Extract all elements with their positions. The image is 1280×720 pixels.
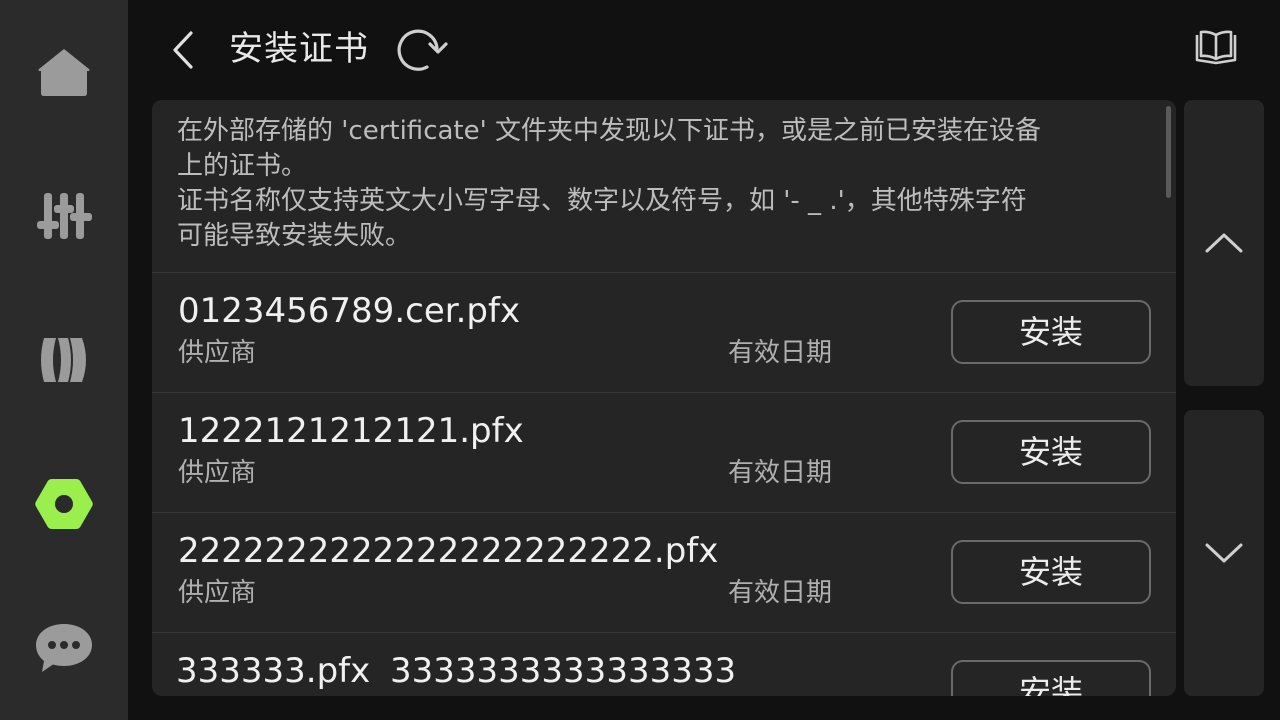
scroll-up-button[interactable]	[1184, 100, 1264, 386]
chevron-left-icon	[173, 31, 193, 69]
home-icon	[38, 49, 90, 96]
settings-hex-icon	[35, 479, 93, 529]
scroll-down-button[interactable]	[1184, 410, 1264, 696]
install-button[interactable]: 安装	[951, 540, 1151, 604]
page-title: 安装证书	[229, 29, 369, 69]
certificate-validity: 有效日期	[728, 338, 833, 368]
certificate-vendor: 供应商	[178, 458, 257, 488]
certificate-list: 0123456789.cer.pfx 供应商 有效日期 安装 122212121…	[152, 272, 1176, 696]
sidebar-item-chat[interactable]	[24, 608, 104, 688]
refresh-button[interactable]	[393, 24, 453, 76]
list-item: 333333.pfx 3333333333333333 安装	[152, 632, 1176, 696]
refresh-icon	[397, 29, 448, 71]
header: 安装证书	[128, 0, 1280, 100]
sidebar-item-home[interactable]	[24, 32, 104, 112]
certificate-validity: 有效日期	[728, 578, 833, 608]
description-line: 证书名称仅支持英文大小写字母、数字以及符号，如 '- _ .'，其他特殊字符	[177, 186, 1027, 216]
scrollbar[interactable]	[1166, 106, 1171, 198]
certificate-name: 2222222222222222222222.pfx	[178, 531, 719, 571]
back-button[interactable]	[158, 24, 208, 76]
manual-button[interactable]	[1188, 24, 1244, 72]
certificate-name: 1222121212121.pfx	[178, 411, 524, 451]
description-line: 上的证书。	[177, 151, 308, 181]
install-button[interactable]: 安装	[951, 660, 1151, 696]
certificate-panel[interactable]: 在外部存储的 'certificate' 文件夹中发现以下证书，或是之前已安装在…	[152, 100, 1176, 696]
list-item: 2222222222222222222222.pfx 供应商 有效日期 安装	[152, 512, 1176, 632]
certificate-vendor: 供应商	[178, 578, 257, 608]
sidebar	[0, 0, 128, 720]
chevron-up-icon	[1205, 233, 1243, 253]
tracks-icon	[41, 338, 86, 382]
sidebar-item-settings[interactable]	[24, 464, 104, 544]
description-line: 可能导致安装失败。	[177, 221, 412, 251]
certificate-vendor: 供应商	[178, 338, 257, 368]
list-item: 0123456789.cer.pfx 供应商 有效日期 安装	[152, 272, 1176, 392]
description: 在外部存储的 'certificate' 文件夹中发现以下证书，或是之前已安装在…	[177, 114, 1157, 254]
sliders-icon	[37, 193, 92, 239]
app-root: 安装证书 在外部存储的 'certificate' 文件夹中发现以下证书，或是之…	[0, 0, 1280, 720]
certificate-name: 333333.pfx	[176, 651, 371, 691]
list-item: 1222121212121.pfx 供应商 有效日期 安装	[152, 392, 1176, 512]
install-button[interactable]: 安装	[951, 420, 1151, 484]
certificate-validity: 有效日期	[728, 458, 833, 488]
certificate-name-overflow: 3333333333333333	[390, 651, 737, 691]
description-line: 在外部存储的 'certificate' 文件夹中发现以下证书，或是之前已安装在…	[177, 116, 1042, 146]
install-button[interactable]: 安装	[951, 300, 1151, 364]
chat-bubble-icon	[36, 624, 92, 672]
certificate-name: 0123456789.cer.pfx	[178, 291, 521, 331]
sidebar-item-tracks[interactable]	[24, 320, 104, 400]
book-icon	[1195, 30, 1237, 65]
chevron-down-icon	[1205, 543, 1243, 563]
sidebar-item-controls[interactable]	[24, 175, 104, 255]
